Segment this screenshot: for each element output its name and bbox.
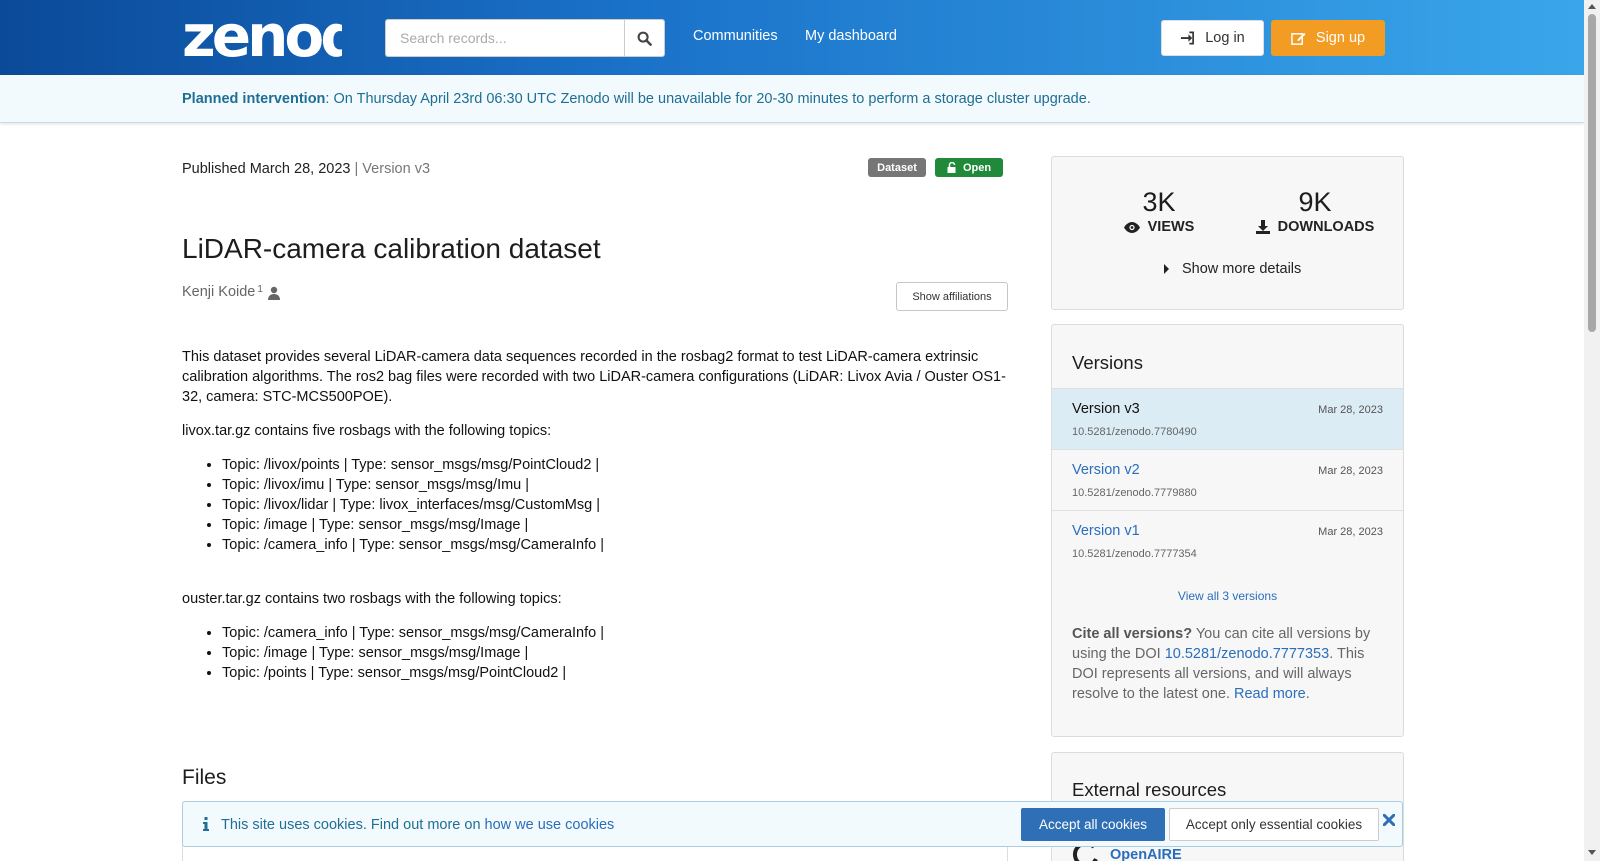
ouster-heading: ouster.tar.gz contains two rosbags with … <box>182 591 562 607</box>
views-label-row: VIEWS <box>1112 219 1206 235</box>
cookie-message: This site uses cookies. Find out more on… <box>221 817 614 833</box>
announcement-text: Planned intervention: On Thursday April … <box>182 91 1091 107</box>
sign-in-icon <box>1181 31 1195 45</box>
login-label: Log in <box>1205 30 1245 46</box>
scroll-up-icon[interactable] <box>1588 4 1596 9</box>
downloads-label-row: DOWNLOADS <box>1247 219 1383 235</box>
show-affiliations-button[interactable]: Show affiliations <box>896 282 1008 311</box>
downloads-label: DOWNLOADS <box>1277 219 1375 235</box>
publication-date: Published March 28, 2023 <box>182 161 351 177</box>
access-badge[interactable]: Open <box>935 158 1003 177</box>
author-line: Kenji Koide 1 <box>182 284 281 300</box>
close-icon[interactable] <box>1383 814 1395 826</box>
version-date: Mar 28, 2023 <box>1318 526 1383 538</box>
views-stat: 3K VIEWS <box>1112 187 1206 235</box>
list-item: Topic: /livox/imu | Type: sensor_msgs/ms… <box>222 475 1007 495</box>
resource-type-label: Dataset <box>877 161 917 174</box>
author-name[interactable]: Kenji Koide <box>182 284 255 300</box>
cookie-policy-link[interactable]: how we use cookies <box>485 817 615 833</box>
list-item: Topic: /camera_info | Type: sensor_msgs/… <box>222 623 1007 643</box>
version-date: Mar 28, 2023 <box>1318 404 1383 416</box>
unlock-icon <box>947 162 956 173</box>
access-label: Open <box>962 161 992 174</box>
read-more-link[interactable]: Read more <box>1234 686 1306 702</box>
info-icon <box>203 817 209 831</box>
eye-icon <box>1123 221 1140 233</box>
resource-type-badge: Dataset <box>868 158 926 177</box>
scrollbar-thumb[interactable] <box>1588 14 1596 332</box>
announcement-label: Planned intervention <box>182 91 326 107</box>
version-row-v2[interactable]: Version v2 10.5281/zenodo.7779880 Mar 28… <box>1052 449 1403 510</box>
version-link[interactable]: Version v1 <box>1072 523 1140 539</box>
concept-doi-link[interactable]: 10.5281/zenodo.7777353 <box>1165 646 1330 662</box>
cookie-banner: This site uses cookies. Find out more on… <box>182 801 1403 847</box>
files-panel <box>182 845 1008 861</box>
versions-card: Versions Version v3 10.5281/zenodo.77804… <box>1051 324 1404 737</box>
list-item: Topic: /livox/points | Type: sensor_msgs… <box>222 455 1007 475</box>
signup-label: Sign up <box>1315 30 1366 46</box>
views-label: VIEWS <box>1147 219 1195 235</box>
affiliation-marker: 1 <box>257 284 263 295</box>
search-bar <box>385 19 665 57</box>
show-more-details-toggle[interactable]: Show more details <box>1164 261 1301 277</box>
list-item: Topic: /camera_info | Type: sensor_msgs/… <box>222 535 1007 555</box>
version-row-v3[interactable]: Version v3 10.5281/zenodo.7780490 Mar 28… <box>1052 388 1403 449</box>
login-button[interactable]: Log in <box>1161 20 1264 56</box>
search-icon <box>637 31 652 46</box>
downloads-count: 9K <box>1298 187 1332 217</box>
user-icon <box>267 286 280 300</box>
description-intro: This dataset provides several LiDAR-came… <box>182 349 1006 405</box>
version-row-v1[interactable]: Version v1 10.5281/zenodo.7777354 Mar 28… <box>1052 510 1403 571</box>
announcement-banner: Planned intervention: On Thursday April … <box>0 75 1584 123</box>
version-date: Mar 28, 2023 <box>1318 465 1383 477</box>
caret-right-icon <box>1164 264 1169 274</box>
version-doi: 10.5281/zenodo.7779880 <box>1072 487 1197 499</box>
search-button[interactable] <box>624 19 665 57</box>
version-doi: 10.5281/zenodo.7780490 <box>1072 426 1197 438</box>
record-title: LiDAR-camera calibration dataset <box>182 233 601 264</box>
announcement-body: : On Thursday April 23rd 06:30 UTC Zenod… <box>325 91 1091 107</box>
svg-text:zenodo: zenodo <box>182 6 342 62</box>
stats-card: 3K VIEWS 9K DOWNLOADS Show more details <box>1051 156 1404 310</box>
ouster-topic-list: Topic: /camera_info | Type: sensor_msgs/… <box>222 623 1007 683</box>
views-count: 3K <box>1142 187 1176 217</box>
accept-essential-cookies-button[interactable]: Accept only essential cookies <box>1169 808 1379 841</box>
versions-heading: Versions <box>1072 352 1143 373</box>
livox-topic-list: Topic: /livox/points | Type: sensor_msgs… <box>222 455 1007 555</box>
accept-all-cookies-button[interactable]: Accept all cookies <box>1021 808 1165 841</box>
list-item: Topic: /image | Type: sensor_msgs/msg/Im… <box>222 515 1007 535</box>
version-link[interactable]: Version v2 <box>1072 462 1140 478</box>
scroll-down-icon[interactable] <box>1588 850 1596 855</box>
cite-all-versions: Cite all versions? You can cite all vers… <box>1072 624 1384 704</box>
nav-my-dashboard[interactable]: My dashboard <box>805 28 897 44</box>
zenodo-logo[interactable]: zenodo <box>182 6 342 62</box>
list-item: Topic: /points | Type: sensor_msgs/msg/P… <box>222 663 1007 683</box>
publication-info: Published March 28, 2023 | Version v3 <box>182 161 430 177</box>
show-more-label: Show more details <box>1182 261 1302 277</box>
version-name: Version v3 <box>1072 401 1140 417</box>
nav-communities[interactable]: Communities <box>693 28 778 44</box>
version-label: | Version v3 <box>354 161 431 177</box>
cookie-text: This site uses cookies. Find out more on <box>221 817 485 833</box>
view-all-versions-link[interactable]: View all 3 versions <box>1052 589 1403 603</box>
record-description: This dataset provides several LiDAR-came… <box>182 347 1007 717</box>
cite-end: . <box>1305 686 1310 702</box>
top-navbar: zenodo Communities My dashboard Log in S… <box>0 0 1584 75</box>
livox-heading: livox.tar.gz contains five rosbags with … <box>182 423 552 439</box>
openaire-label: OpenAIRE <box>1110 847 1182 861</box>
signup-button[interactable]: Sign up <box>1271 20 1385 56</box>
search-input[interactable] <box>385 19 625 57</box>
page-scrollbar[interactable] <box>1584 0 1600 861</box>
edit-icon <box>1291 32 1306 45</box>
external-resources-heading: External resources <box>1072 779 1227 800</box>
files-heading: Files <box>182 766 227 789</box>
list-item: Topic: /image | Type: sensor_msgs/msg/Im… <box>222 643 1007 663</box>
list-item: Topic: /livox/lidar | Type: livox_interf… <box>222 495 1007 515</box>
download-icon <box>1255 220 1270 234</box>
downloads-stat: 9K DOWNLOADS <box>1247 187 1383 235</box>
version-doi: 10.5281/zenodo.7777354 <box>1072 548 1197 560</box>
cite-question: Cite all versions? <box>1072 626 1193 642</box>
